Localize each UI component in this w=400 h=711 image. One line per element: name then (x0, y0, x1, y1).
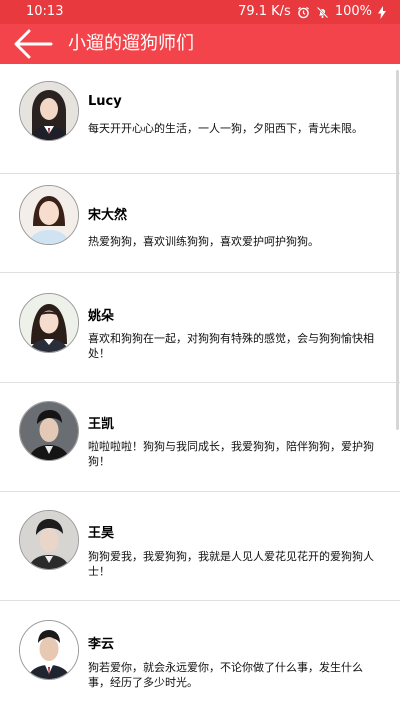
avatar (19, 81, 79, 141)
avatar (19, 510, 79, 570)
battery-level: 100% (334, 4, 372, 19)
status-time: 10:13 (26, 4, 64, 19)
trainer-desc: 狗若爱你，就会永远爱你，不论你做了什么事，发生什么事，经历了多少时光。 (88, 661, 363, 689)
list-item[interactable]: Lucy 每天开开心心的生活，一人一狗，夕阳西下，青光未限。 (0, 64, 400, 174)
trainer-desc: 热爱狗狗，喜欢训练狗狗，喜欢爱护呵护狗狗。 (88, 235, 319, 248)
trainer-desc: 每天开开心心的生活，一人一狗，夕阳西下，青光未限。 (88, 122, 363, 135)
list-item[interactable]: 王凯 啦啦啦啦！狗狗与我同成长，我爱狗狗，陪伴狗狗，爱护狗狗！ (0, 383, 400, 492)
list-item[interactable]: 王昊 狗狗爱我，我爱狗狗，我就是人见人爱花见花开的爱狗狗人士！ (0, 492, 400, 601)
app-bar: 小遛的遛狗师们 (0, 24, 400, 64)
avatar (19, 185, 79, 245)
trainer-desc: 啦啦啦啦！狗狗与我同成长，我爱狗狗，陪伴狗狗，爱护狗狗！ (88, 440, 374, 468)
alarm-icon (297, 6, 310, 19)
trainer-desc: 喜欢和狗狗在一起，对狗狗有特殊的感觉，会与狗狗愉快相处！ (88, 332, 374, 360)
charging-icon (378, 5, 386, 19)
mute-icon (316, 6, 329, 19)
back-button[interactable] (12, 27, 54, 61)
arrow-left-icon (14, 29, 53, 59)
trainer-list: Lucy 每天开开心心的生活，一人一狗，夕阳西下，青光未限。 宋大然 热爱狗狗，… (0, 64, 400, 711)
list-item[interactable]: 李云 狗若爱你，就会永远爱你，不论你做了什么事，发生什么事，经历了多少时光。 (0, 601, 400, 711)
page-title: 小遛的遛狗师们 (68, 33, 194, 54)
trainer-name: 李云 (88, 637, 115, 652)
trainer-name: 姚朵 (88, 309, 115, 324)
avatar (19, 401, 79, 461)
trainer-desc: 狗狗爱我，我爱狗狗，我就是人见人爱花见花开的爱狗狗人士！ (88, 550, 374, 578)
avatar (19, 293, 79, 353)
trainer-name: 王凯 (88, 417, 115, 432)
trainer-name: Lucy (88, 94, 122, 109)
list-item[interactable]: 姚朵 喜欢和狗狗在一起，对狗狗有特殊的感觉，会与狗狗愉快相处！ (0, 273, 400, 383)
trainer-name: 王昊 (88, 526, 115, 541)
status-bar: 10:13 79.1 K/s 100% (0, 0, 400, 24)
list-item[interactable]: 宋大然 热爱狗狗，喜欢训练狗狗，喜欢爱护呵护狗狗。 (0, 174, 400, 273)
network-speed: 79.1 K/s (238, 4, 291, 19)
trainer-name: 宋大然 (88, 208, 128, 223)
avatar (19, 620, 79, 680)
scrollbar[interactable] (396, 70, 399, 430)
